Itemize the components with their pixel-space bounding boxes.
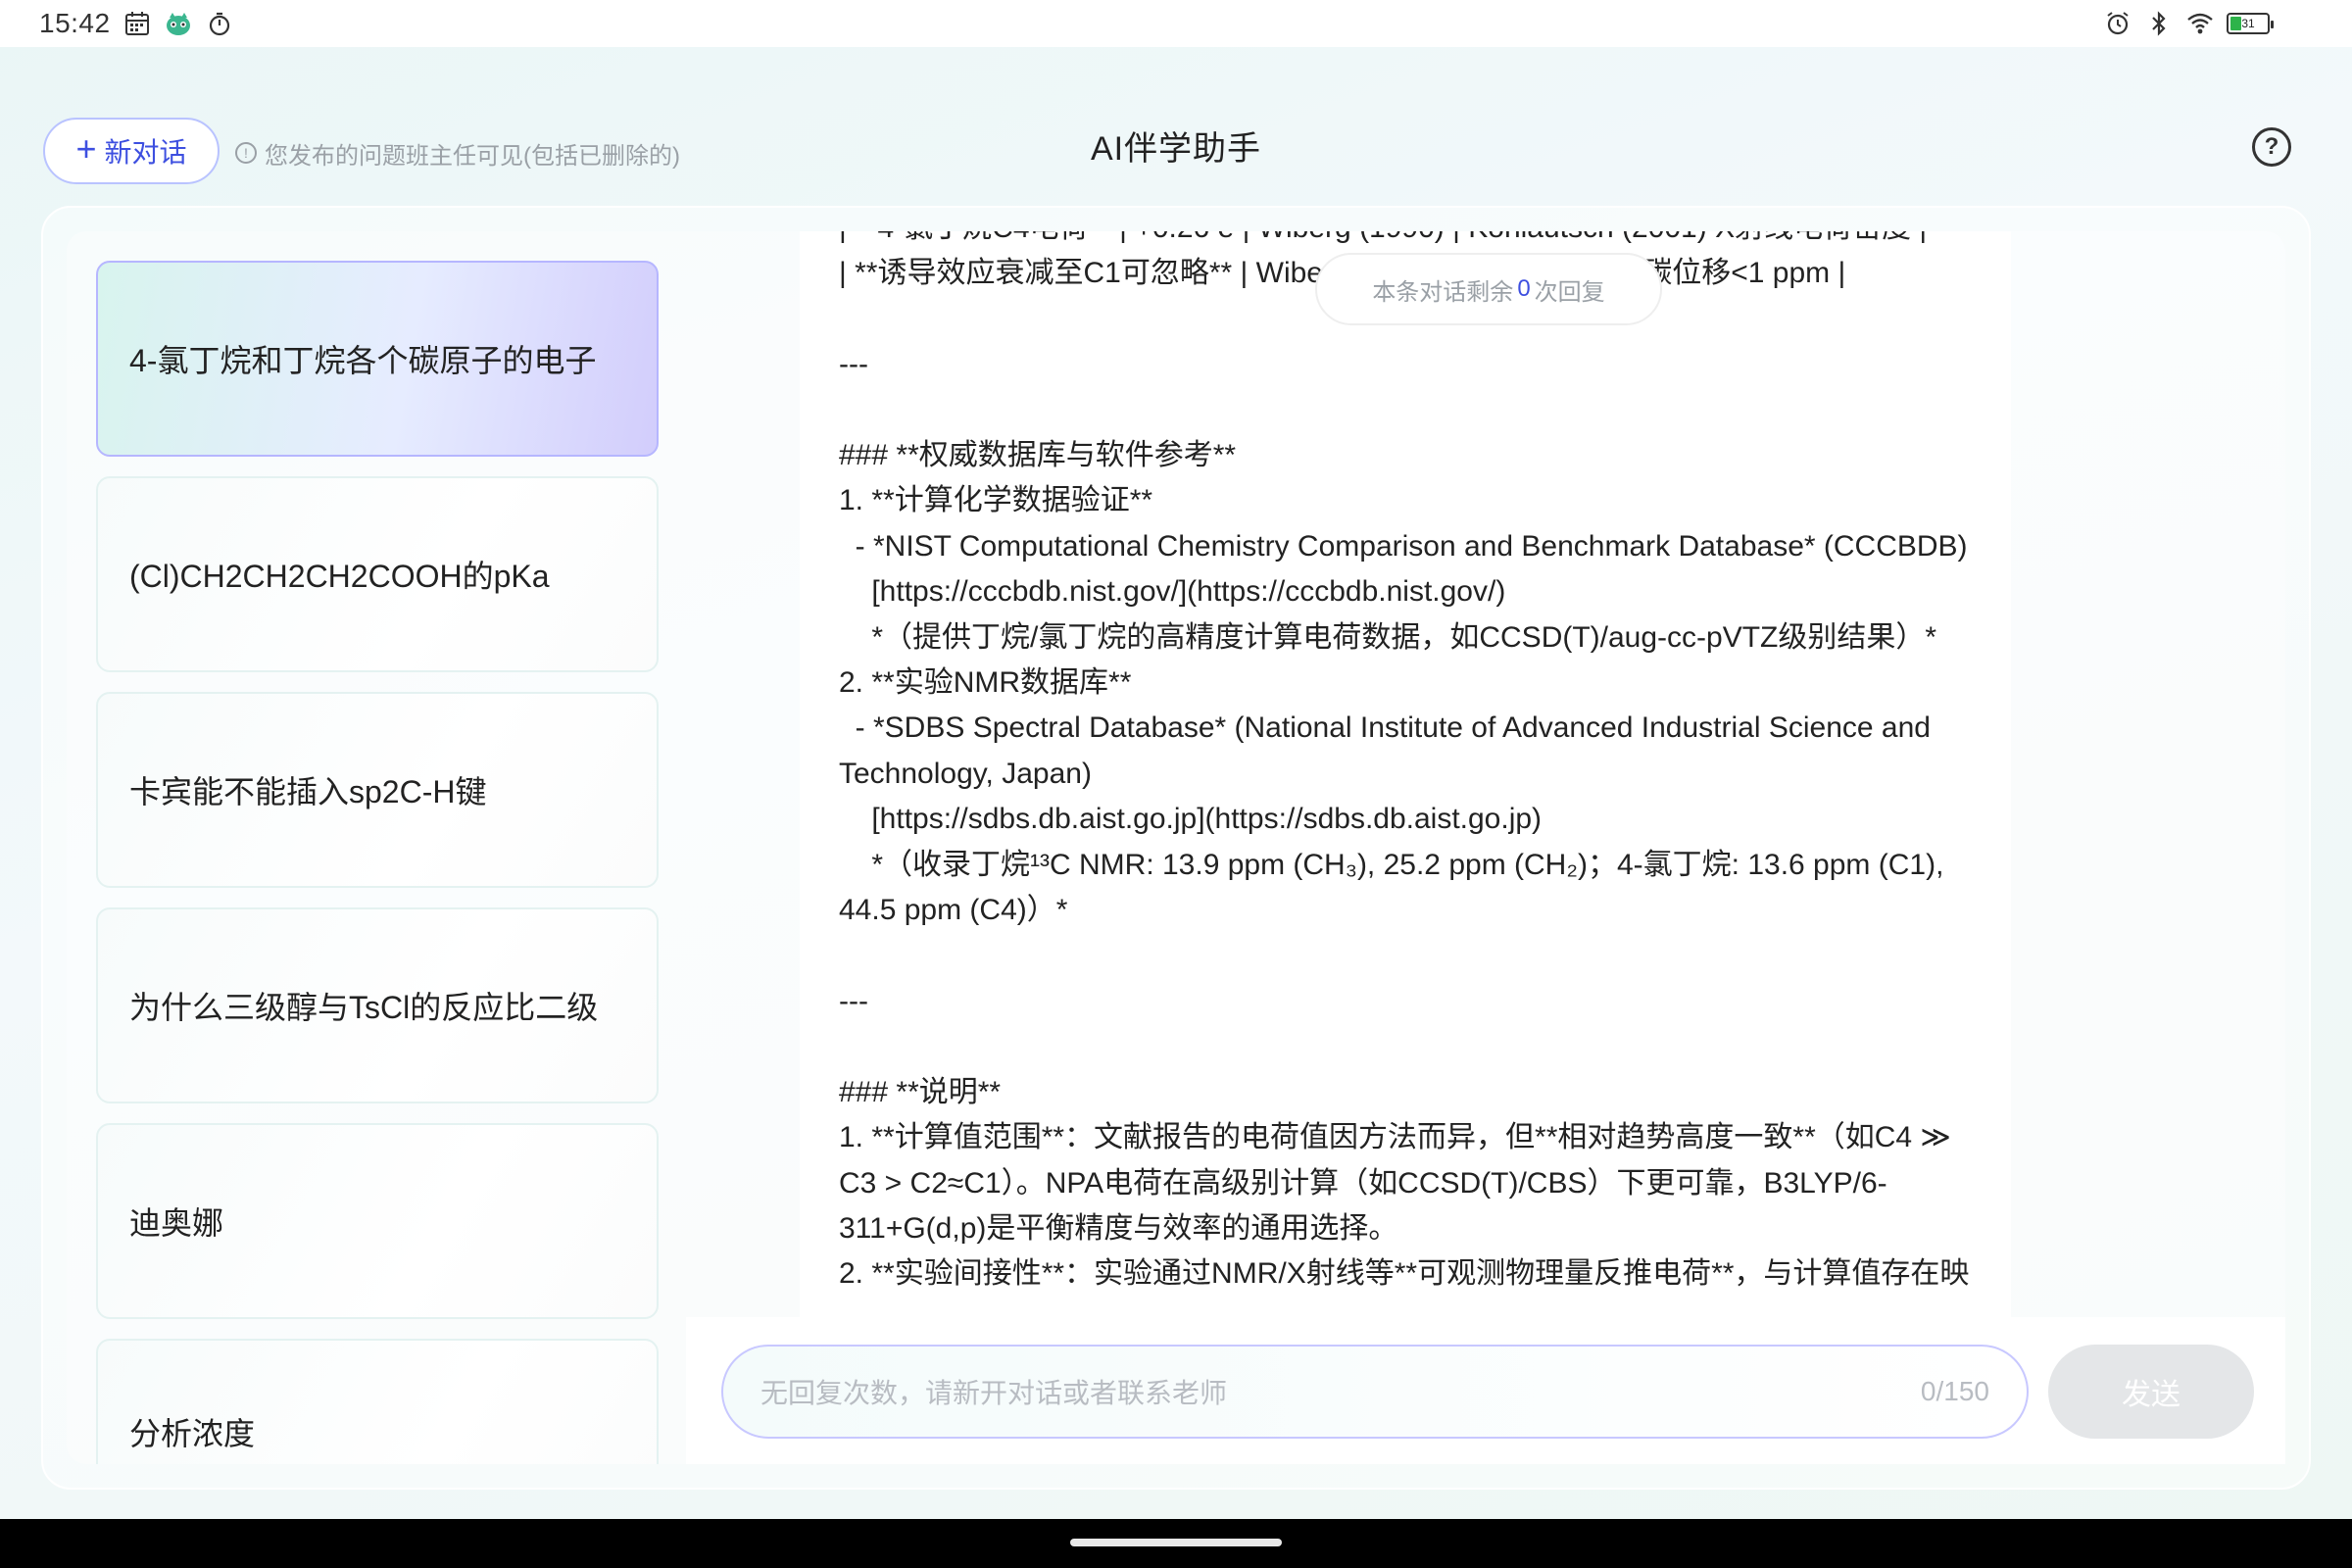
conversation-title: 迪奥娜 — [129, 1205, 224, 1241]
help-icon[interactable]: ? — [2252, 127, 2291, 167]
battery-level: 31 — [2241, 17, 2255, 30]
message-input[interactable]: 无回复次数，请新开对话或者联系老师 0/150 — [721, 1345, 2029, 1439]
conversation-title: 卡宾能不能插入sp2C-H键 — [129, 774, 487, 809]
status-time: 15:42 — [39, 8, 111, 38]
assistant-message: | **4-氯丁烷C4电荷** | +0.26 e | Wiberg (1990… — [800, 231, 2011, 1317]
conversation-item[interactable]: 分析浓度 — [96, 1339, 659, 1464]
conversation-list: 4-氯丁烷和丁烷各个碳原子的电子 (Cl)CH2CH2CH2COOH的pKa 卡… — [96, 259, 659, 1464]
remaining-suffix: 次回复 — [1534, 278, 1605, 306]
chat-scroll-area[interactable]: | **4-氯丁烷C4电荷** | +0.26 e | Wiberg (1990… — [686, 231, 2283, 1317]
status-bar-left: 15:42 — [39, 8, 234, 39]
conversation-item[interactable]: 为什么三级醇与TsCl的反应比二级 — [96, 907, 659, 1103]
conversation-item[interactable]: 4-氯丁烷和丁烷各个碳原子的电子 — [96, 261, 659, 457]
remaining-count: 0 — [1517, 275, 1531, 302]
remaining-prefix: 本条对话剩余 — [1372, 278, 1514, 306]
alarm-icon — [2103, 9, 2132, 38]
conversation-title: 4-氯丁烷和丁烷各个碳原子的电子 — [129, 343, 597, 378]
status-bar-right: 31 — [2103, 9, 2274, 38]
conversation-title: 分析浓度 — [129, 1416, 256, 1451]
conversation-item[interactable]: (Cl)CH2CH2CH2COOH的pKa — [96, 476, 659, 672]
calendar-icon — [122, 9, 152, 38]
conversation-title: 为什么三级醇与TsCl的反应比二级 — [129, 990, 599, 1025]
message-input-placeholder: 无回复次数，请新开对话或者联系老师 — [760, 1378, 1228, 1408]
conversation-title: (Cl)CH2CH2CH2COOH的pKa — [129, 559, 550, 594]
conversation-item[interactable]: 迪奥娜 — [96, 1123, 659, 1319]
wifi-icon — [2185, 9, 2215, 38]
timer-icon — [205, 9, 234, 38]
assistant-message-text: | **4-氯丁烷C4电荷** | +0.26 e | Wiberg (1990… — [839, 231, 1970, 1291]
status-bar: 15:42 31 — [0, 0, 2352, 47]
char-counter: 0/150 — [1920, 1376, 1989, 1406]
home-gesture-handle[interactable] — [1070, 1539, 1282, 1546]
bluetooth-icon — [2144, 9, 2174, 38]
page-title: AI伴学助手 — [1090, 130, 1262, 168]
send-button[interactable]: 发送 — [2048, 1345, 2254, 1439]
system-nav-bar — [0, 1519, 2352, 1568]
remaining-replies-badge: 本条对话剩余 0 次回复 — [1315, 253, 1662, 325]
battery-icon: 31 — [2227, 13, 2274, 34]
input-bar: 无回复次数，请新开对话或者联系老师 0/150 发送 — [686, 1317, 2285, 1464]
app-mascot-icon — [164, 9, 193, 38]
app-header: + 新对话 ! 您发布的问题班主任可见(包括已删除的) AI伴学助手 ? — [0, 47, 2352, 204]
conversation-item[interactable]: 卡宾能不能插入sp2C-H键 — [96, 692, 659, 888]
